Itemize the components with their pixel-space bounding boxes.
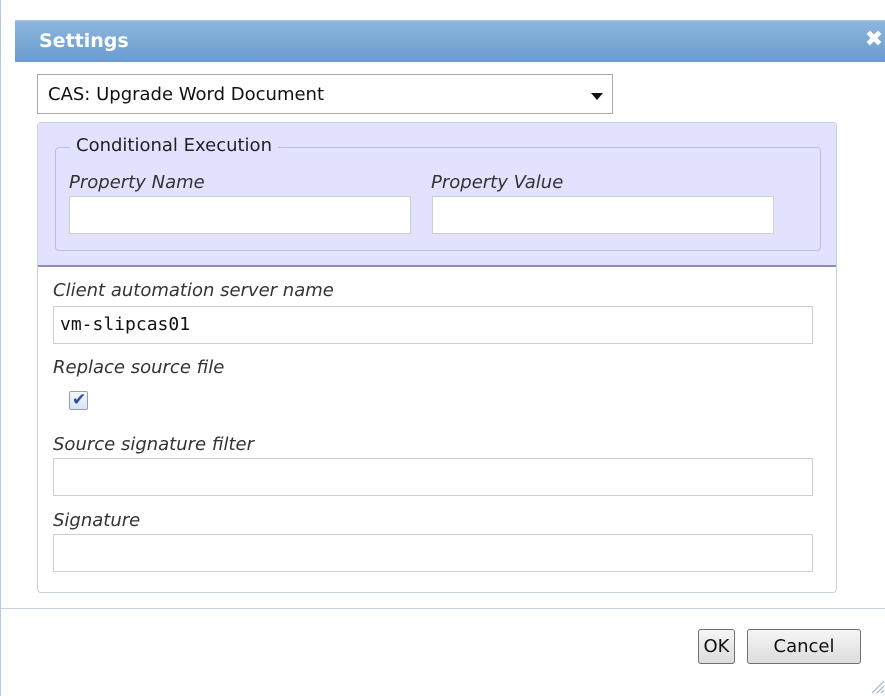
conditional-execution-legend: Conditional Execution xyxy=(70,135,278,156)
chevron-down-icon[interactable] xyxy=(591,93,603,100)
conditional-execution-area: Conditional Execution Property Name Prop… xyxy=(38,123,836,267)
settings-panel: Conditional Execution Property Name Prop… xyxy=(37,122,837,593)
task-type-selected-value: CAS: Upgrade Word Document xyxy=(48,84,325,105)
footer-divider xyxy=(1,608,885,609)
dialog-titlebar[interactable]: Settings ✖ xyxy=(15,20,885,62)
source-filter-label: Source signature filter xyxy=(53,434,255,455)
task-type-select[interactable]: CAS: Upgrade Word Document xyxy=(37,74,613,114)
signature-label: Signature xyxy=(53,510,141,531)
property-name-label: Property Name xyxy=(69,172,205,193)
signature-input[interactable] xyxy=(53,534,813,572)
source-filter-input[interactable] xyxy=(53,458,813,496)
property-value-label: Property Value xyxy=(431,172,564,193)
ok-button[interactable]: OK xyxy=(698,629,735,664)
dialog-title: Settings xyxy=(39,30,129,52)
settings-dialog: Settings ✖ CAS: Upgrade Word Document Co… xyxy=(0,0,885,696)
cancel-button[interactable]: Cancel xyxy=(747,629,861,664)
server-name-label: Client automation server name xyxy=(53,280,334,301)
checkmark-icon: ✔ xyxy=(72,390,87,410)
replace-source-checkbox[interactable]: ✔ xyxy=(69,390,88,410)
close-icon[interactable]: ✖ xyxy=(863,27,885,53)
resize-grip-icon[interactable] xyxy=(867,676,885,694)
replace-source-label: Replace source file xyxy=(53,357,225,378)
server-name-input[interactable]: vm-slipcas01 xyxy=(53,306,813,344)
property-name-input[interactable] xyxy=(69,196,411,234)
property-value-input[interactable] xyxy=(432,196,774,234)
